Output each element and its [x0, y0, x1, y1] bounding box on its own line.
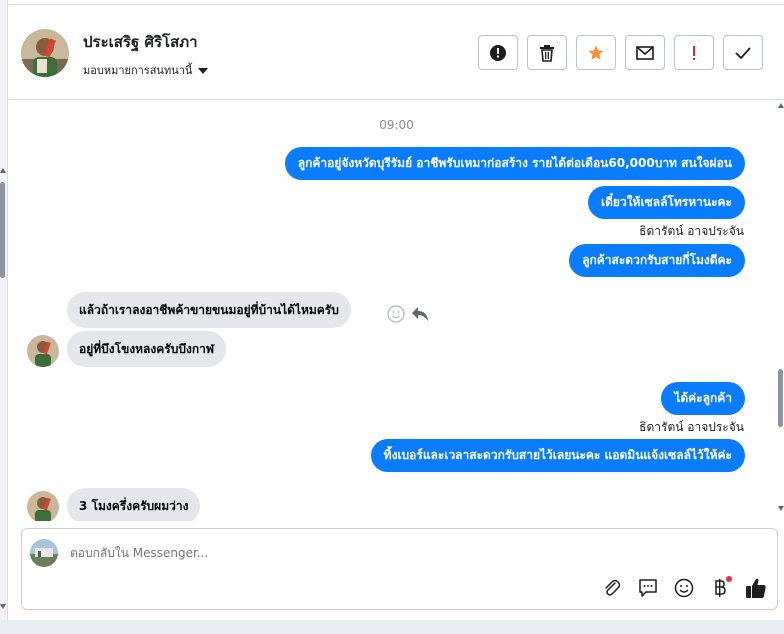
mark-unread-button[interactable] — [625, 35, 665, 70]
thumbs-up-icon — [746, 578, 766, 598]
conversation-header: ประเสริฐ ศิริโสภา มอบหมายการสนทนานี้ — [9, 5, 784, 100]
conversation-panel: ประเสริฐ ศิริโสภา มอบหมายการสนทนานี้ 09:… — [9, 4, 784, 620]
scrollbar-thumb[interactable] — [778, 369, 783, 427]
saved-replies-button[interactable] — [637, 577, 659, 599]
mark-done-button[interactable] — [723, 35, 763, 70]
paperclip-icon — [605, 579, 621, 596]
contact-avatar[interactable] — [21, 29, 69, 77]
envelope-icon — [636, 45, 654, 60]
assign-conversation-dropdown[interactable]: มอบหมายการสนทนานี้ — [83, 61, 209, 79]
delete-button[interactable] — [527, 35, 567, 70]
page-avatar — [30, 539, 58, 567]
contact-avatar-small[interactable] — [27, 335, 59, 367]
smiley-icon — [674, 578, 694, 598]
reply-composer — [21, 528, 778, 610]
scroll-down-arrow[interactable] — [0, 604, 6, 609]
sender-label: ธิดารัตน์ อาจประจัน — [639, 420, 744, 434]
follow-up-button[interactable] — [674, 35, 714, 70]
mark-spam-button[interactable] — [478, 35, 518, 70]
left-panel-edge — [0, 0, 8, 634]
outgoing-message[interactable]: ลูกค้าสะดวกรับสายกี่โมงดีคะ — [569, 244, 745, 277]
chat-bubble-icon — [639, 579, 657, 597]
outgoing-message[interactable]: ได้ค่ะลูกค้า — [661, 382, 745, 415]
emoji-react-icon[interactable] — [387, 305, 405, 323]
left-scrollbar-thumb[interactable] — [0, 182, 5, 278]
baht-icon — [715, 579, 726, 597]
check-icon — [735, 46, 751, 59]
incoming-message[interactable]: 3 โมงครึ่งครับผมว่าง — [67, 488, 201, 521]
star-button[interactable] — [576, 35, 616, 70]
sender-label: ธิดารัตน์ อาจประจัน — [639, 224, 744, 238]
outgoing-message[interactable]: เดี๋ยวให้เซลล์โทรหานะคะ — [588, 186, 745, 219]
composer-toolbar — [601, 576, 767, 599]
contact-avatar-small[interactable] — [27, 491, 59, 521]
assign-label: มอบหมายการสนทนานี้ — [83, 64, 193, 77]
message-actions — [387, 305, 429, 323]
payment-button[interactable] — [709, 576, 732, 599]
star-icon — [588, 45, 604, 60]
scroll-up-arrow[interactable] — [778, 103, 784, 108]
trash-icon — [540, 44, 554, 62]
message-thread[interactable]: 09:00 ลูกค้าอยู่จังหวัดบุรีรัมย์ อาชีพรั… — [9, 101, 784, 521]
caret-down-icon — [198, 67, 209, 74]
reply-input[interactable] — [70, 546, 670, 560]
conversation-toolbar — [478, 35, 763, 70]
attach-button[interactable] — [601, 577, 623, 599]
reply-icon[interactable] — [411, 306, 429, 322]
notification-dot — [726, 576, 732, 582]
outgoing-message[interactable]: ลูกค้าอยู่จังหวัดบุรีรัมย์ อาชีพรับเหมาก… — [284, 147, 745, 180]
bottom-bar — [0, 620, 784, 634]
contact-name: ประเสริฐ ศิริโสภา — [83, 33, 198, 51]
scroll-up-arrow[interactable] — [0, 168, 6, 173]
outgoing-message[interactable]: ทิ้งเบอร์และเวลาสะดวกรับสายไว้เลยนะคะ แอ… — [370, 439, 745, 472]
scroll-down-arrow[interactable] — [778, 506, 784, 511]
exclamation-icon — [693, 45, 695, 60]
incoming-message[interactable]: อยู่ที่บึงโขงหลงครับบึงกาฬ — [67, 331, 227, 367]
thread-scrollbar[interactable] — [777, 101, 784, 521]
alert-circle-icon — [490, 44, 506, 61]
timestamp: 09:00 — [379, 118, 414, 132]
emoji-button[interactable] — [673, 577, 695, 599]
like-button[interactable] — [745, 577, 767, 599]
incoming-message[interactable]: แล้วถ้าเราลงอาชีพค้าขายขนมอยู่ที่บ้านได้… — [67, 292, 351, 328]
